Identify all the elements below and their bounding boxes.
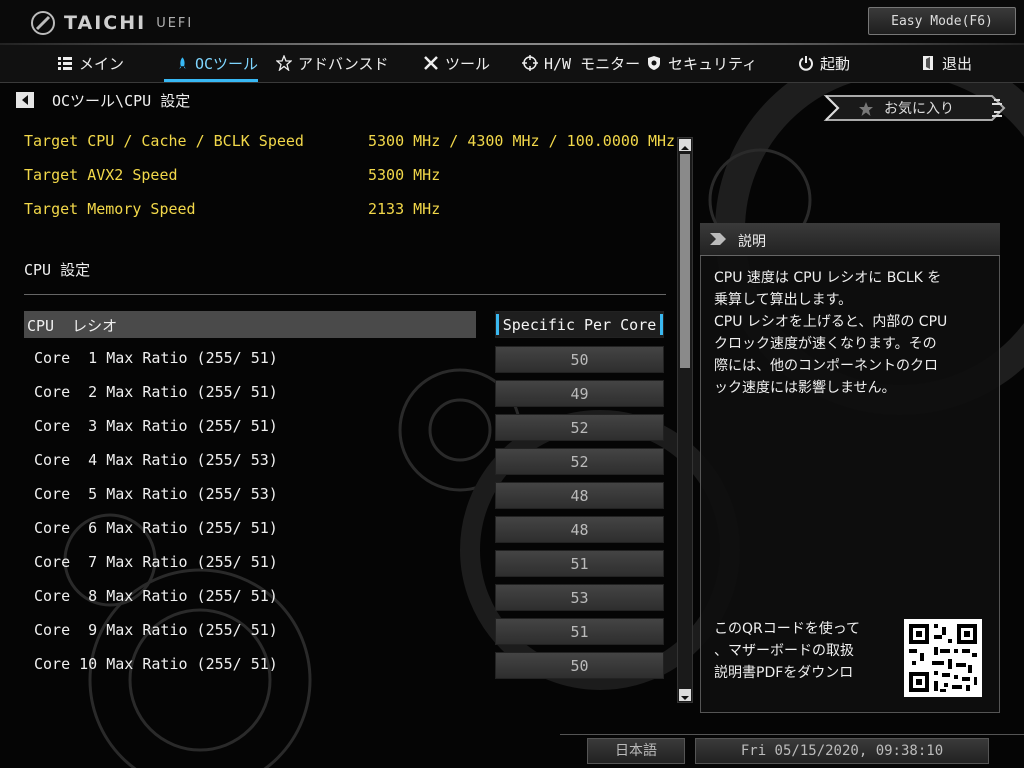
tab-oc-tools[interactable]: OCツール [164,45,258,82]
description-title: 説明 [738,234,766,250]
core-6-input[interactable]: 48 [495,516,664,543]
tab-tools[interactable]: ツール [423,45,490,81]
tab-tools-label: ツール [445,54,491,73]
qr-caption: このQRコードを使って 、マザーボードの取扱 説明書PDFをダウンロ [714,618,860,684]
description-line: クロック速度が速くなります。その [714,336,937,352]
breadcrumb: OCツール\CPU 設定 [52,92,191,110]
core-2-label: Core 2 Max Ratio (255/ 51) [34,383,278,401]
footer-divider [560,734,1024,735]
target-cpu-value: 5300 MHz / 4300 MHz / 100.0000 MHz [368,132,676,150]
tab-boot-label: 起動 [820,54,851,73]
core-9-input[interactable]: 51 [495,618,664,645]
core-4-label: Core 4 Max Ratio (255/ 53) [34,451,278,469]
target-cpu-label: Target CPU / Cache / BCLK Speed [24,132,304,150]
core-10-label: Core 10 Max Ratio (255/ 51) [34,655,278,673]
shield-icon [648,56,660,70]
star-icon [276,55,292,71]
easy-mode-button[interactable]: Easy Mode(F6) [868,7,1016,35]
tab-advanced[interactable]: アドバンスド [276,45,388,81]
target-memory-label: Target Memory Speed [24,200,196,218]
arrow-left-icon [22,95,28,105]
description-panel: 説明 CPU 速度は CPU レシオに BCLK を 乗算して算出します。 CP… [700,223,1000,713]
core-3-input[interactable]: 52 [495,414,664,441]
chevron-down-icon [681,696,689,700]
tools-icon [424,56,438,70]
description-line: ック速度には影響しません。 [714,380,896,396]
core-2-input[interactable]: 49 [495,380,664,407]
core-7-input[interactable]: 51 [495,550,664,577]
tab-oc-tools-label: OCツール [194,54,258,73]
tab-boot[interactable]: 起動 [798,45,850,81]
tab-security[interactable]: セキュリティ [646,45,757,81]
logo-text: TAICHI [64,12,147,34]
core-10-input[interactable]: 50 [495,652,664,679]
description-line: 乗算して算出します。 [714,292,853,308]
tab-main[interactable]: メイン [57,45,124,81]
core-8-input[interactable]: 53 [495,584,664,611]
core-4-input[interactable]: 52 [495,448,664,475]
core-5-label: Core 5 Max Ratio (255/ 53) [34,485,278,503]
qr-caption-line: 、マザーボードの取扱 [714,643,854,659]
tab-hw-monitor[interactable]: H/W モニター [522,45,640,81]
datetime-display: Fri 05/15/2020, 09:38:10 [695,738,989,764]
core-5-input[interactable]: 48 [495,482,664,509]
tab-exit[interactable]: 退出 [920,45,972,81]
main-nav: メイン OCツール アドバンスド ツール H/W モニター セキュリティ 起動 … [0,45,1024,83]
taichi-logo-icon [31,11,55,35]
target-avx2-label: Target AVX2 Speed [24,166,178,184]
active-tab-indicator [164,79,258,82]
qr-code-icon [904,619,982,697]
section-divider [24,294,666,295]
core-7-label: Core 7 Max Ratio (255/ 51) [34,553,278,571]
core-8-label: Core 8 Max Ratio (255/ 51) [34,587,278,605]
description-line: 際には、他のコンポーネントのクロ [714,358,938,374]
tab-advanced-label: アドバンスド [298,54,389,73]
core-1-input[interactable]: 50 [495,346,664,373]
power-icon [799,56,813,71]
cpu-ratio-label: CPU レシオ [27,317,118,335]
tab-security-label: セキュリティ [668,54,758,73]
description-line: CPU 速度は CPU レシオに BCLK を [714,270,942,286]
description-body: CPU 速度は CPU レシオに BCLK を 乗算して算出します。 CPU レ… [714,267,990,399]
tab-exit-label: 退出 [942,54,973,73]
core-1-label: Core 1 Max Ratio (255/ 51) [34,349,278,367]
back-button[interactable] [16,92,34,108]
scroll-thumb[interactable] [680,154,690,368]
favorites-button[interactable]: お気に入り [822,92,1008,124]
star-icon [859,102,873,116]
qr-caption-line: 説明書PDFをダウンロ [714,665,854,681]
tab-main-label: メイン [79,54,125,73]
scroll-up-button[interactable] [679,139,691,151]
crosshair-icon [522,55,538,71]
description-line: CPU レシオを上げると、内部の CPU [714,314,948,330]
top-bar: TAICHI UEFI Easy Mode(F6) [0,0,1024,44]
qr-caption-line: このQRコードを使って [714,621,861,637]
core-9-label: Core 9 Max Ratio (255/ 51) [34,621,278,639]
target-avx2-value: 5300 MHz [368,166,441,184]
section-title: CPU 設定 [24,261,91,279]
target-memory-value: 2133 MHz [368,200,441,218]
core-3-label: Core 3 Max Ratio (255/ 51) [34,417,278,435]
favorites-label: お気に入り [884,101,954,117]
description-header: 説明 [700,223,1000,256]
exit-icon [923,56,933,70]
scroll-down-button[interactable] [679,689,691,701]
description-arrow-icon [710,233,726,245]
cpu-ratio-select[interactable]: Specific Per Core [495,311,664,338]
scrollbar[interactable] [677,137,693,703]
logo-sub: UEFI [156,15,194,31]
core-6-label: Core 6 Max Ratio (255/ 51) [34,519,278,537]
tab-hw-monitor-label: H/W モニター [544,54,641,73]
qr-code [904,619,982,697]
logo: TAICHI UEFI [30,10,193,36]
chevron-up-icon [681,146,689,150]
rocket-icon [179,57,186,69]
list-icon [58,57,72,70]
language-button[interactable]: 日本語 [587,738,685,764]
